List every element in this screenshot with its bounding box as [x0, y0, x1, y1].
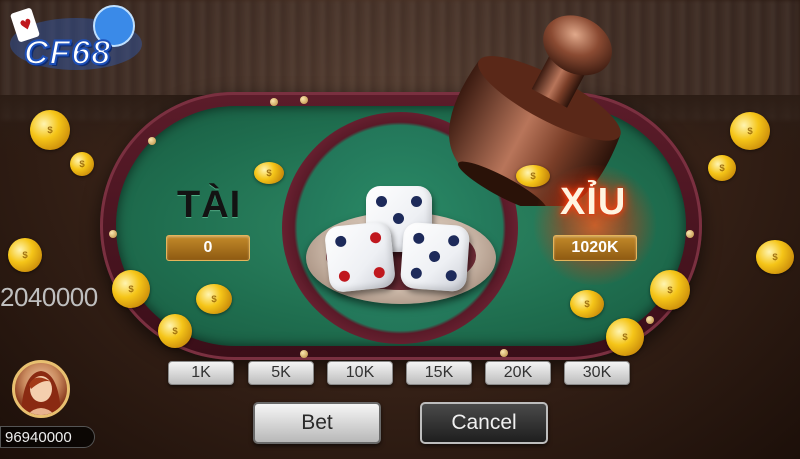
pool-total: 2040000 — [0, 282, 98, 312]
coin-icon — [756, 240, 794, 274]
coin-icon — [606, 318, 644, 356]
coin-icon — [730, 112, 770, 150]
chip-10k[interactable]: 10K — [327, 361, 393, 385]
rail-stud — [148, 137, 156, 145]
coin-icon — [570, 290, 604, 318]
die-right — [399, 221, 471, 293]
coin-icon — [112, 270, 150, 308]
chip-20k[interactable]: 20K — [485, 361, 551, 385]
die-left — [323, 220, 397, 294]
bet-button[interactable]: Bet — [253, 402, 381, 444]
avatar[interactable] — [12, 360, 70, 418]
chip-5k[interactable]: 5K — [248, 361, 314, 385]
tai-label[interactable]: TÀI — [177, 184, 241, 227]
rail-stud — [300, 96, 308, 104]
rail-stud — [270, 98, 278, 106]
cancel-button[interactable]: Cancel — [420, 402, 548, 444]
chip-1k[interactable]: 1K — [168, 361, 234, 385]
rail-stud — [646, 316, 654, 324]
rail-stud — [686, 230, 694, 238]
rail-stud — [300, 350, 308, 358]
logo-text: CF68 — [23, 33, 112, 73]
coin-icon — [158, 314, 192, 348]
coin-icon — [70, 152, 94, 176]
xiu-label[interactable]: XỈU — [560, 181, 626, 224]
coin-icon — [708, 155, 736, 181]
tai-pot: 0 — [166, 235, 250, 261]
rail-stud — [500, 349, 508, 357]
coin-icon — [196, 284, 232, 314]
avatar-icon — [21, 371, 61, 415]
coin-icon — [516, 165, 550, 187]
coin-icon — [30, 110, 70, 150]
player-balance: 96940000 — [0, 426, 95, 448]
coin-icon — [650, 270, 690, 310]
coin-icon — [8, 238, 42, 272]
chip-30k[interactable]: 30K — [564, 361, 630, 385]
rail-stud — [109, 230, 117, 238]
coin-icon — [254, 162, 284, 184]
cf68-logo: ♥ CF68 — [6, 4, 168, 76]
xiu-pot: 1020K — [553, 235, 637, 261]
chip-15k[interactable]: 15K — [406, 361, 472, 385]
